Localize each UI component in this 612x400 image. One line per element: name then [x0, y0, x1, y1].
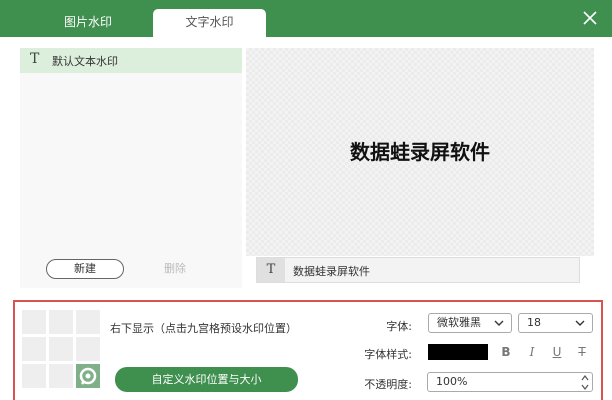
tab-text-watermark[interactable]: 文字水印	[153, 9, 266, 37]
position-description: 右下显示（点击九宫格预设水印位置）	[110, 322, 297, 335]
spin-down-icon[interactable]	[580, 383, 590, 391]
grid-cell-center[interactable]	[49, 337, 73, 361]
watermark-text-value[interactable]: 数据蛙录屏软件	[293, 263, 370, 279]
position-grid	[22, 310, 100, 388]
logo-icon	[79, 367, 97, 385]
list-item-label: 默认文本水印	[52, 55, 118, 68]
preview-text: 数据蛙录屏软件	[350, 140, 490, 164]
chevron-down-icon	[494, 320, 504, 326]
spin-up-icon[interactable]	[580, 374, 590, 382]
font-family-value: 微软雅黑	[437, 316, 481, 329]
close-icon[interactable]	[580, 8, 600, 28]
opacity-input[interactable]: 100%	[427, 372, 593, 392]
font-style-label: 字体样式:	[364, 348, 412, 361]
grid-cell-middle-left[interactable]	[22, 337, 46, 361]
underline-button[interactable]: U	[548, 343, 566, 361]
grid-cell-top-left[interactable]	[22, 310, 46, 334]
font-color-swatch[interactable]	[428, 344, 488, 360]
grid-cell-bottom-left[interactable]	[22, 364, 46, 388]
font-size-value: 18	[527, 316, 541, 329]
title-bar: 图片水印 文字水印	[0, 0, 612, 37]
opacity-label: 不透明度:	[364, 378, 412, 391]
opacity-value: 100%	[436, 375, 468, 388]
delete-button[interactable]: 删除	[140, 259, 210, 279]
text-type-icon: T	[30, 51, 40, 67]
font-family-select[interactable]: 微软雅黑	[428, 313, 512, 333]
strikethrough-button[interactable]: T	[573, 343, 591, 361]
text-type-icon: T	[257, 258, 285, 282]
watermark-preview: 数据蛙录屏软件	[246, 48, 594, 256]
new-button[interactable]: 新建	[46, 259, 124, 279]
list-item[interactable]: T 默认文本水印	[20, 48, 242, 73]
watermark-text-input[interactable]: T 数据蛙录屏软件	[256, 257, 580, 283]
grid-cell-top-center[interactable]	[49, 310, 73, 334]
grid-cell-bottom-center[interactable]	[49, 364, 73, 388]
grid-cell-top-right[interactable]	[76, 310, 100, 334]
watermark-list: T 默认文本水印	[20, 48, 242, 288]
font-label: 字体:	[386, 320, 412, 333]
grid-cell-bottom-right[interactable]	[76, 364, 100, 388]
italic-button[interactable]: I	[523, 343, 541, 361]
bold-button[interactable]: B	[497, 343, 515, 361]
chevron-down-icon	[575, 320, 585, 326]
tab-image-watermark[interactable]: 图片水印	[38, 9, 138, 37]
font-size-select[interactable]: 18	[518, 313, 593, 333]
grid-cell-middle-right[interactable]	[76, 337, 100, 361]
custom-position-button[interactable]: 自定义水印位置与大小	[115, 367, 298, 392]
